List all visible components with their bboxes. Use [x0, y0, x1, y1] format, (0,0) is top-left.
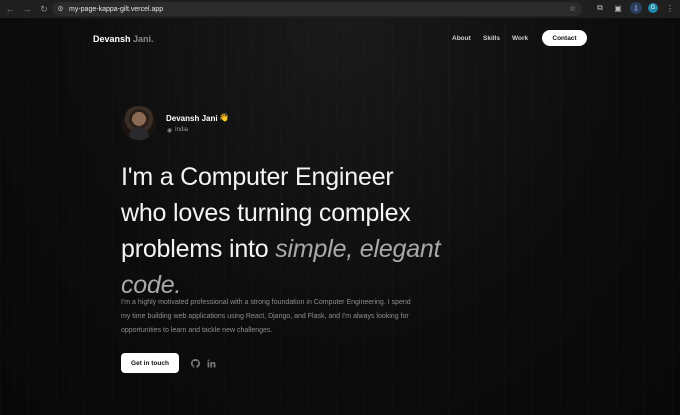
hero-headline: I'm a Computer Engineer who loves turnin… [121, 159, 501, 303]
get-in-touch-button[interactable]: Get in touch [121, 353, 179, 373]
github-icon[interactable] [190, 358, 200, 368]
hero-line-3: problems into [121, 235, 276, 263]
brand-first: Devansh [93, 34, 131, 44]
linkedin-icon[interactable] [206, 358, 216, 368]
extensions-icon[interactable]: ⧉ [594, 2, 606, 14]
intro-paragraph: I'm a highly motivated professional with… [121, 299, 411, 334]
profile-location: India [175, 127, 189, 133]
browser-toolbar: ← → ↻ ⚙ my-page-kappa-gilt.vercel.app ☆ … [0, 0, 680, 18]
profile-avatar[interactable]: G [648, 3, 658, 13]
address-bar[interactable]: ⚙ my-page-kappa-gilt.vercel.app ☆ [52, 2, 582, 16]
brand-last: Jani. [133, 34, 154, 44]
nav-skills[interactable]: Skills [483, 35, 500, 42]
brand-logo[interactable]: Devansh Jani. [93, 34, 154, 44]
sidebar-icon[interactable]: ▣ [612, 2, 624, 14]
profile-name: Devansh Jani [166, 114, 218, 123]
reload-icon[interactable]: ↻ [37, 2, 51, 16]
bookmark-star-icon[interactable]: ☆ [569, 4, 576, 13]
forward-icon[interactable]: → [20, 2, 34, 16]
download-icon[interactable]: ⇩ [630, 2, 642, 14]
menu-icon[interactable]: ⋮ [664, 2, 676, 14]
site-info-icon[interactable]: ⚙ [56, 5, 65, 14]
nav-work[interactable]: Work [512, 35, 528, 42]
nav-about[interactable]: About [452, 35, 471, 42]
hero-emphasis-1: simple, elegant [275, 235, 441, 263]
contact-button[interactable]: Contact [542, 30, 587, 46]
location-pin-icon: ◉ [167, 128, 173, 134]
hero-line-1: I'm a Computer Engineer [121, 163, 394, 191]
avatar [122, 106, 156, 140]
hero-emphasis-2: code. [121, 271, 182, 299]
hero-line-2: who loves turning complex [121, 199, 411, 227]
browser-actions: ⧉ ▣ ⇩ G ⋮ [594, 2, 676, 14]
back-icon[interactable]: ← [3, 2, 17, 16]
wave-emoji: 👋 [219, 113, 229, 122]
page-content: Devansh Jani. About Skills Work Contact … [0, 18, 680, 415]
url-text: my-page-kappa-gilt.vercel.app [69, 5, 164, 13]
